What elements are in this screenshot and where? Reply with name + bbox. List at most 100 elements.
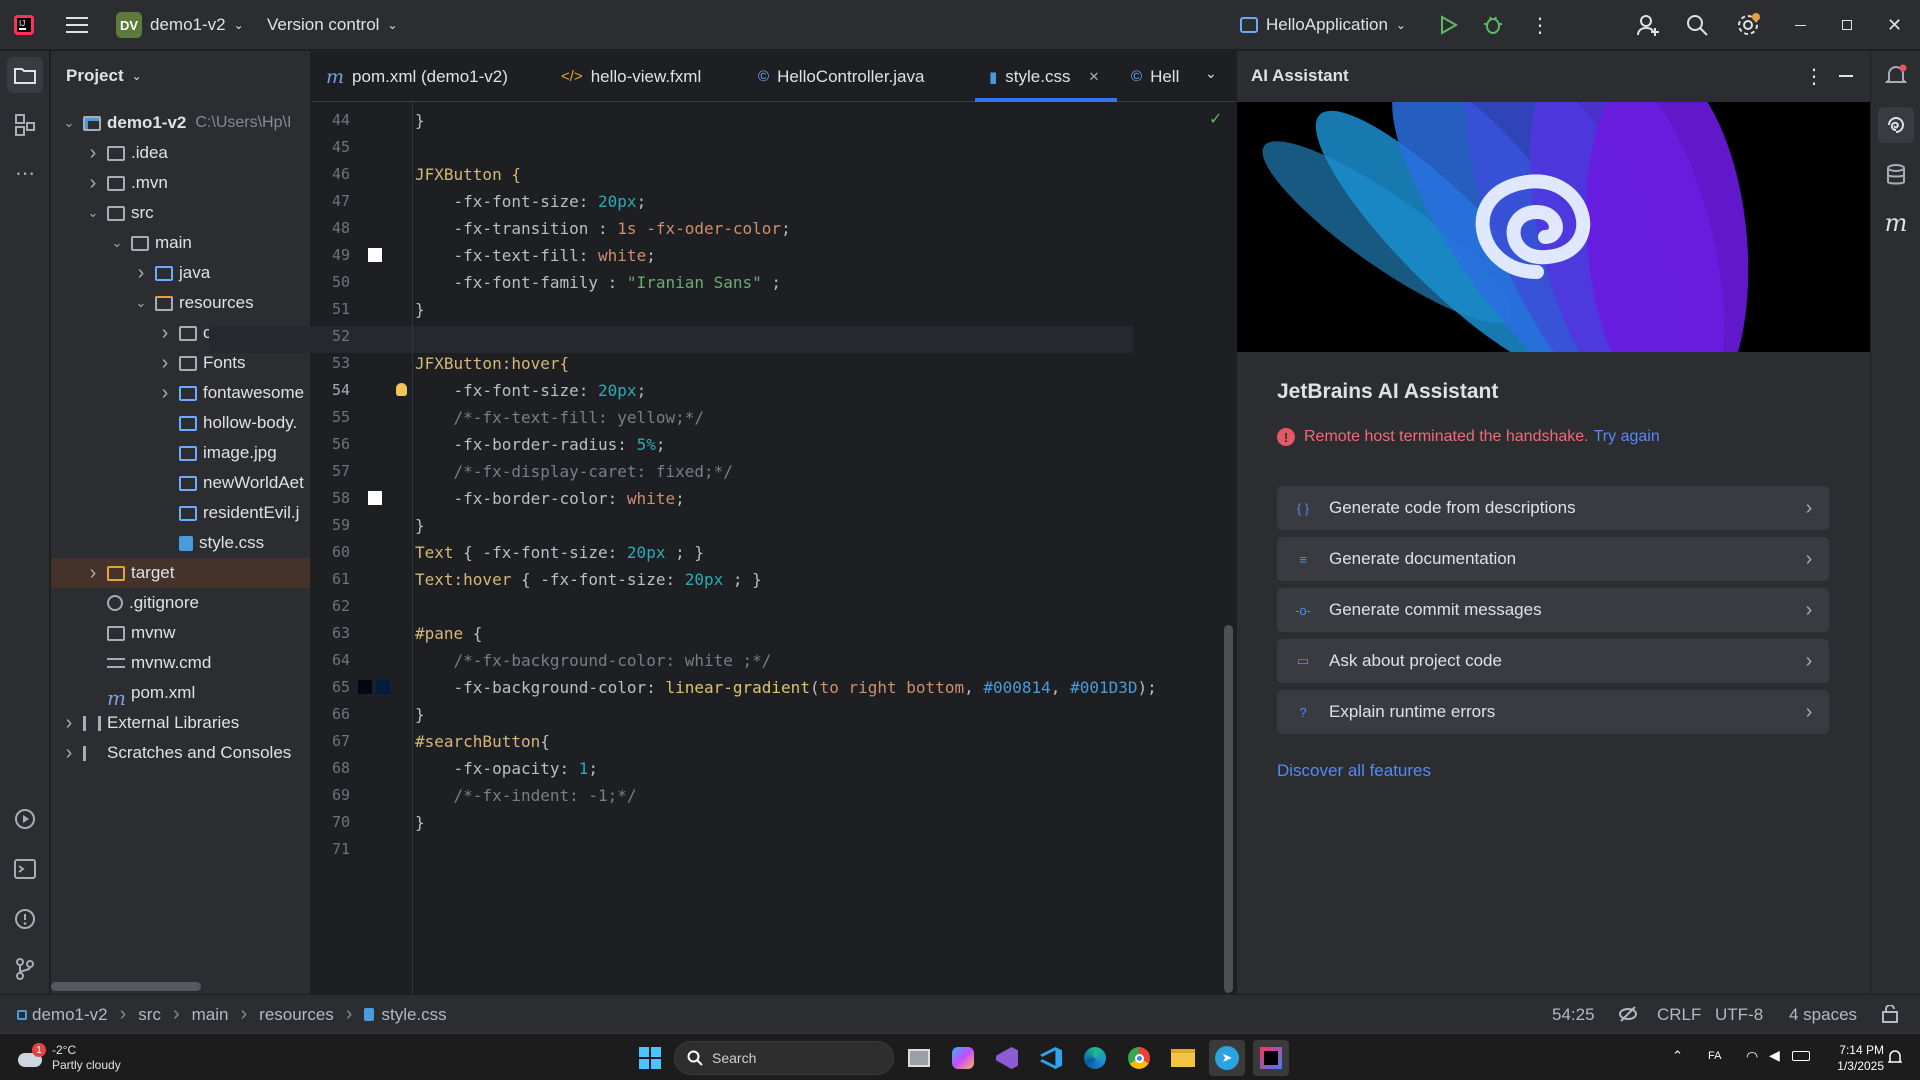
windows-start-icon[interactable] — [632, 1040, 668, 1076]
taskbar-search-box[interactable]: Search — [674, 1041, 894, 1075]
breadcrumb-item[interactable]: style.css — [381, 1005, 446, 1025]
telegram-icon[interactable]: ➤ — [1209, 1040, 1245, 1076]
main-menu-icon[interactable] — [66, 0, 88, 50]
tab-list-chevron-icon[interactable]: ⌄ — [1205, 65, 1217, 82]
tree-item[interactable]: › fontawesome — [51, 378, 310, 408]
notifications-bell-icon[interactable] — [1878, 57, 1914, 93]
vscode-icon[interactable] — [1033, 1040, 1069, 1076]
editor-tab[interactable]: </> hello-view.fxml — [561, 51, 701, 102]
tree-item[interactable]: › Scratches and Consoles — [51, 738, 310, 768]
tree-item[interactable]: hollow-body. — [51, 408, 310, 438]
chevron-right-icon[interactable]: › — [85, 562, 101, 585]
tree-item[interactable]: residentEvil.j — [51, 498, 310, 528]
intellij-logo-icon[interactable]: IJ — [12, 0, 36, 50]
editor-tab[interactable]: ▮ style.css ✕ — [975, 51, 1118, 102]
file-explorer-icon[interactable] — [1165, 1040, 1201, 1076]
code-line[interactable]: -fx-opacity: 1; — [415, 755, 599, 782]
tree-item[interactable]: mvnw.cmd — [51, 648, 310, 678]
hide-panel-icon[interactable] — [1839, 75, 1853, 77]
code-line[interactable]: -fx-transition : 1s -fx-oder-color; — [415, 215, 791, 242]
no-eye-icon[interactable] — [1618, 1004, 1638, 1029]
chevron-right-icon[interactable]: › — [85, 172, 101, 195]
intention-bulb-icon[interactable] — [396, 383, 407, 396]
code-line[interactable]: -fx-font-size: 20px; — [415, 377, 647, 404]
chevron-right-icon[interactable]: › — [85, 142, 101, 165]
tree-item[interactable]: › .idea — [51, 138, 310, 168]
git-branch-icon[interactable] — [7, 951, 43, 987]
chevron-right-icon[interactable]: › — [133, 262, 149, 285]
code-line[interactable]: /*-fx-display-caret: fixed;*/ — [415, 458, 733, 485]
indent-setting[interactable]: 4 spaces — [1789, 1005, 1857, 1025]
color-swatch[interactable] — [368, 248, 382, 262]
breadcrumb-item[interactable]: main — [192, 1005, 229, 1025]
editor-tab[interactable]: © HelloController.java — [758, 51, 924, 102]
code-line[interactable]: -fx-background-color: linear-gradient(to… — [415, 674, 1157, 701]
search-icon[interactable] — [1686, 0, 1708, 50]
input-language[interactable]: FA — [1708, 1050, 1721, 1062]
tree-item[interactable]: ⌄ main — [51, 228, 310, 258]
run-button[interactable] — [1438, 0, 1458, 50]
visual-studio-icon[interactable] — [989, 1040, 1025, 1076]
code-line[interactable]: } — [415, 701, 425, 728]
code-line[interactable]: -fx-border-radius: 5%; — [415, 431, 666, 458]
ai-action-button[interactable]: ? Explain runtime errors › — [1277, 690, 1829, 734]
ai-assistant-spiral-icon[interactable] — [1878, 107, 1914, 143]
code-line[interactable]: -fx-font-family : "Iranian Sans" ; — [415, 269, 782, 296]
chevron-right-icon[interactable]: › — [157, 382, 173, 405]
code-line[interactable]: } — [415, 512, 425, 539]
maven-icon[interactable]: m — [1878, 205, 1914, 241]
ai-action-button[interactable]: ≡ Generate documentation › — [1277, 537, 1829, 581]
volume-icon[interactable]: ◀ — [1769, 1047, 1780, 1064]
chevron-down-icon[interactable]: ⌄ — [61, 115, 77, 131]
weather-widget[interactable]: 1 -2°C Partly cloudy — [16, 1040, 121, 1076]
code-line[interactable]: /*-fx-text-fill: yellow;*/ — [415, 404, 704, 431]
breadcrumb-item[interactable]: demo1-v2 — [32, 1005, 108, 1025]
ai-action-button[interactable]: ▭ Ask about project code › — [1277, 639, 1829, 683]
battery-icon[interactable] — [1792, 1051, 1810, 1061]
chevron-right-icon[interactable]: › — [61, 712, 77, 735]
vertical-scrollbar[interactable] — [1224, 625, 1233, 993]
tree-item[interactable]: › External Libraries — [51, 708, 310, 738]
close-window-icon[interactable]: ✕ — [1887, 0, 1902, 50]
code-line[interactable]: } — [415, 296, 425, 323]
code-line[interactable]: /*-fx-background-color: white ;*/ — [415, 647, 772, 674]
project-switcher[interactable]: DV demo1-v2 ⌄ — [116, 0, 244, 50]
more-tools-icon[interactable]: ⋯ — [7, 155, 43, 191]
code-line[interactable]: -fx-font-size: 20px; — [415, 188, 647, 215]
code-line[interactable]: JFXButton:hover{ — [415, 350, 569, 377]
tree-item[interactable]: › target — [51, 558, 310, 588]
problems-icon[interactable] — [7, 901, 43, 937]
chevron-down-icon[interactable]: ⌄ — [133, 295, 149, 311]
discover-all-features-link[interactable]: Discover all features — [1277, 761, 1431, 781]
tree-item[interactable]: image.jpg — [51, 438, 310, 468]
add-user-icon[interactable] — [1636, 0, 1660, 50]
code-line[interactable]: -fx-text-fill: white; — [415, 242, 656, 269]
file-encoding[interactable]: UTF-8 — [1715, 1005, 1763, 1025]
structure-icon[interactable] — [7, 107, 43, 143]
settings-gear-icon[interactable] — [1736, 0, 1760, 50]
chrome-icon[interactable] — [1121, 1040, 1157, 1076]
code-content[interactable]: } JFXButton { -fx-font-size: 20px; -fx-tr… — [415, 102, 1215, 994]
chevron-down-icon[interactable]: ⌄ — [109, 235, 125, 251]
code-line[interactable]: Text { -fx-font-size: 20px ; } — [415, 539, 704, 566]
color-swatch[interactable] — [368, 491, 382, 505]
code-line[interactable]: } — [415, 809, 425, 836]
editor-tab[interactable]: © Hell — [1131, 51, 1193, 102]
copilot-icon[interactable] — [945, 1040, 981, 1076]
project-tool-folder-icon[interactable] — [7, 57, 43, 93]
breadcrumb-item[interactable]: resources — [259, 1005, 334, 1025]
close-tab-icon[interactable]: ✕ — [1088, 69, 1099, 85]
more-actions-icon[interactable]: ⋮ — [1530, 0, 1550, 50]
chevron-right-icon[interactable]: › — [61, 742, 77, 765]
code-line[interactable]: #pane { — [415, 620, 482, 647]
tree-item[interactable]: › java — [51, 258, 310, 288]
code-line[interactable]: -fx-border-color: white; — [415, 485, 685, 512]
services-icon[interactable] — [7, 801, 43, 837]
code-line[interactable]: Text:hover { -fx-font-size: 20px ; } — [415, 566, 762, 593]
tree-item[interactable]: ⌄ src — [51, 198, 310, 228]
tree-item[interactable]: m pom.xml — [51, 678, 310, 710]
chevron-right-icon[interactable]: › — [157, 322, 173, 345]
line-separator[interactable]: CRLF — [1657, 1005, 1701, 1025]
tree-item[interactable]: ⌄ resources — [51, 288, 310, 318]
project-panel-header[interactable]: Project ⌄ — [51, 51, 310, 101]
